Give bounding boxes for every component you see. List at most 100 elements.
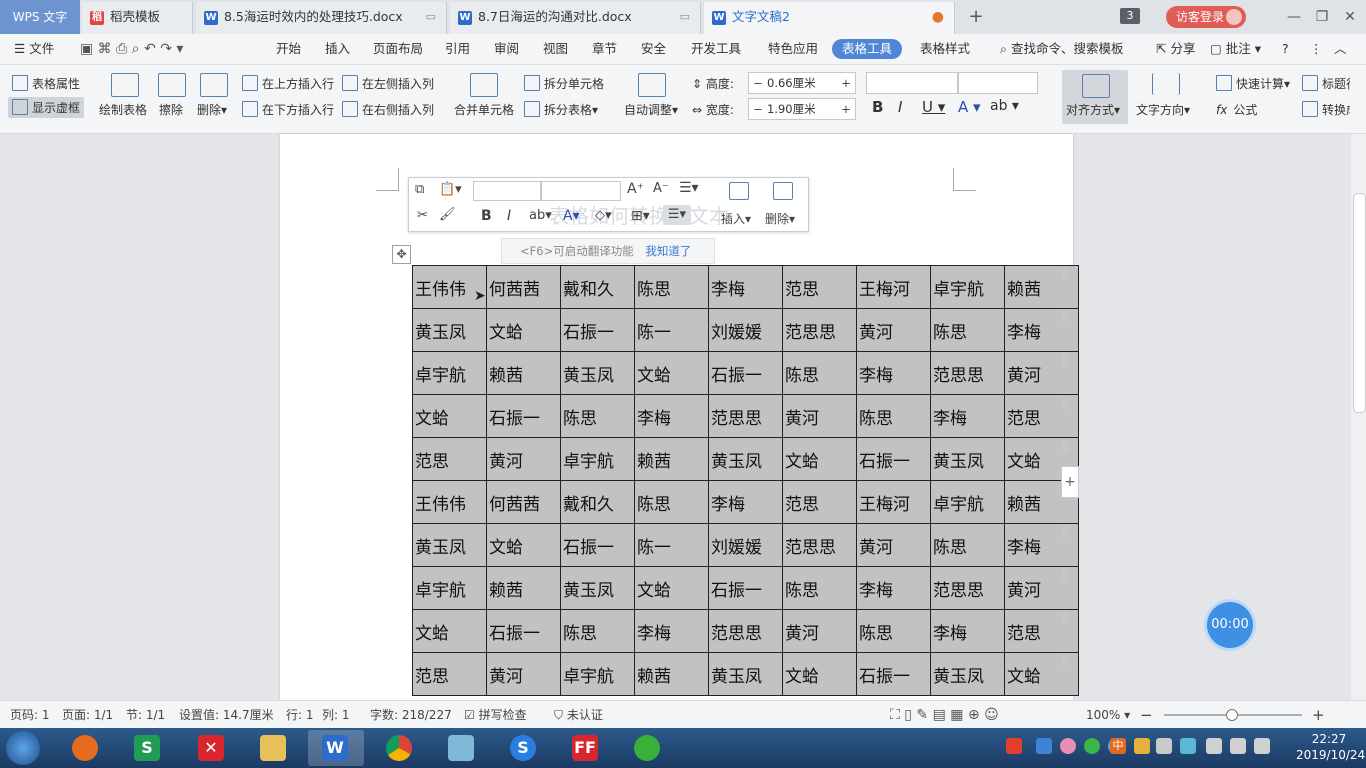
taskbar-wechat[interactable] xyxy=(620,730,676,766)
mini-highlight-icon[interactable]: ab▾ xyxy=(529,208,552,223)
table-cell[interactable]: 黄河 xyxy=(856,308,931,352)
taskbar-firefox[interactable] xyxy=(58,730,114,766)
menu-table-style[interactable]: 表格样式 xyxy=(920,34,970,64)
table-cell[interactable]: 赖茜 xyxy=(486,351,561,395)
restore-icon[interactable]: ❐ xyxy=(1308,0,1336,34)
table-cell[interactable]: 石振一 xyxy=(856,652,931,696)
table-cell[interactable]: 范思思 xyxy=(930,351,1005,395)
table-cell[interactable]: 石振一 xyxy=(486,609,561,653)
shrink-font-icon[interactable]: A⁻ xyxy=(653,181,669,196)
table-cell[interactable]: 李梅 xyxy=(930,394,1005,438)
table-cell[interactable]: 陈思 xyxy=(856,394,931,438)
taskbar-xmind[interactable]: ✕ xyxy=(184,730,240,766)
table-cell[interactable]: 范思 xyxy=(412,437,487,481)
paste-icon[interactable]: 📋▾ xyxy=(439,182,462,197)
table-cell[interactable]: 文蛤 xyxy=(634,351,709,395)
taskbar-wps-writer[interactable]: W xyxy=(308,730,364,766)
format-painter-icon[interactable]: 🖌 xyxy=(439,207,456,222)
table-cell[interactable]: 范思 xyxy=(782,265,857,309)
window-count-badge[interactable]: 3 xyxy=(1120,8,1140,24)
tray-battery-icon[interactable] xyxy=(1254,738,1270,754)
spell-check-button[interactable]: ☑ 拼写检查 xyxy=(464,701,527,729)
menu-developer[interactable]: 开发工具 xyxy=(691,34,741,64)
mini-bold-icon[interactable]: B xyxy=(481,208,492,224)
timer-widget[interactable]: 00:00 xyxy=(1207,602,1253,648)
table-cell[interactable]: 卓宇航 xyxy=(560,437,635,481)
scrollbar-thumb[interactable] xyxy=(1353,193,1366,413)
table-cell[interactable]: 黄玉凤 xyxy=(930,652,1005,696)
table-cell[interactable]: 黄河 xyxy=(782,609,857,653)
monitor-icon[interactable]: ▭ xyxy=(426,2,436,32)
close-icon[interactable]: ✕ xyxy=(1336,0,1364,34)
tab-doc-2[interactable]: W 8.7日海运的沟通对比.docx ▭ xyxy=(450,2,701,34)
table-cell[interactable]: 卓宇航 xyxy=(930,265,1005,309)
row-handle[interactable] xyxy=(1062,440,1068,452)
show-gridlines-button[interactable]: 显示虚框 xyxy=(8,97,85,118)
table-cell[interactable]: 范思 xyxy=(782,480,857,524)
convert-button[interactable]: 转换成 xyxy=(1302,101,1350,118)
table-cell[interactable]: 陈思 xyxy=(930,308,1005,352)
insert-left-button[interactable]: 在左侧插入列 xyxy=(342,75,434,92)
table-cell[interactable]: 何茜茜 xyxy=(486,265,561,309)
tray-sogou-icon[interactable] xyxy=(1006,738,1022,754)
mini-font-color-icon[interactable]: A▾ xyxy=(563,208,580,224)
border-icon[interactable]: ⊞▾ xyxy=(631,208,650,224)
delete-button[interactable]: 删除▾ xyxy=(197,101,227,118)
zoom-out-icon[interactable]: − xyxy=(1140,701,1153,729)
menu-layout[interactable]: 页面布局 xyxy=(373,34,423,64)
row-handle[interactable] xyxy=(1062,268,1068,280)
tray-signal-icon[interactable] xyxy=(1206,738,1222,754)
status-word-count[interactable]: 字数: 218/227 xyxy=(370,701,452,729)
italic-icon[interactable]: I xyxy=(898,98,902,116)
table-cell[interactable]: 卓宇航 xyxy=(560,652,635,696)
table-cell[interactable]: 黄玉凤 xyxy=(708,652,783,696)
taskbar-explorer[interactable] xyxy=(246,730,302,766)
draw-table-button[interactable]: 绘制表格 xyxy=(99,101,147,118)
tray-flower-icon[interactable] xyxy=(1060,738,1076,754)
mini-font-select[interactable] xyxy=(473,181,541,201)
table-cell[interactable]: 黄河 xyxy=(782,394,857,438)
mini-delete-button[interactable]: 删除▾ xyxy=(765,210,795,227)
insert-right-button[interactable]: 在右侧插入列 xyxy=(342,101,434,118)
quick-access-icons[interactable]: ▣ ⌘ ⎙ ⌕ ↶ ↷ ▾ xyxy=(80,34,183,64)
height-spinner[interactable]: −0.66厘米 + xyxy=(748,72,856,94)
tray-speaker-muted-icon[interactable] xyxy=(1156,738,1172,754)
tray-network-icon[interactable] xyxy=(1180,738,1196,754)
table-cell[interactable]: 陈思 xyxy=(856,609,931,653)
table-cell[interactable]: 李梅 xyxy=(708,265,783,309)
table-cell[interactable]: 文蛤 xyxy=(486,523,561,567)
table-cell[interactable]: 石振一 xyxy=(486,394,561,438)
width-spinner[interactable]: −1.90厘米 + xyxy=(748,98,856,120)
underline-icon[interactable]: U ▾ xyxy=(922,98,945,116)
table-cell[interactable]: 陈思 xyxy=(634,480,709,524)
auto-fit-button[interactable]: 自动调整▾ xyxy=(624,101,678,118)
taskbar-wps-sheets[interactable]: S xyxy=(120,730,176,766)
table-cell[interactable]: 陈一 xyxy=(634,308,709,352)
tab-daoke[interactable]: 稻 稻壳模板 xyxy=(82,2,193,34)
table-cell[interactable]: 李梅 xyxy=(856,351,931,395)
help-icon[interactable]: ? xyxy=(1282,34,1289,64)
bold-icon[interactable]: B xyxy=(872,98,883,116)
taskbar-chrome[interactable] xyxy=(372,730,428,766)
got-it-link[interactable]: 我知道了 xyxy=(645,244,691,258)
share-button[interactable]: ⇱ 分享 xyxy=(1156,34,1195,64)
table-cell[interactable]: 赖茜 xyxy=(634,652,709,696)
tray-volume-icon[interactable] xyxy=(1230,738,1246,754)
search-command[interactable]: ⌕ 查找命令、搜索模板 xyxy=(1000,34,1124,64)
highlight-icon[interactable]: ab ▾ xyxy=(990,98,1019,114)
table-cell[interactable]: 石振一 xyxy=(708,351,783,395)
table-cell[interactable]: 李梅 xyxy=(708,480,783,524)
monitor-icon[interactable]: ▭ xyxy=(680,2,690,32)
menu-security[interactable]: 安全 xyxy=(641,34,666,64)
table-cell[interactable]: 黄玉凤 xyxy=(560,566,635,610)
minimize-icon[interactable]: — xyxy=(1280,0,1308,34)
zoom-slider-thumb[interactable] xyxy=(1226,709,1238,721)
title-row-button[interactable]: 标题行 xyxy=(1302,75,1350,92)
table-cell[interactable]: 王梅河 xyxy=(856,265,931,309)
table-cell[interactable]: 戴和久 xyxy=(560,265,635,309)
table-cell[interactable]: 卓宇航 xyxy=(412,351,487,395)
width-value[interactable]: 1.90厘米 xyxy=(767,102,816,116)
table-cell[interactable]: 陈思 xyxy=(634,265,709,309)
menu-home[interactable]: 开始 xyxy=(276,34,301,64)
table-cell[interactable]: 刘媛媛 xyxy=(708,523,783,567)
